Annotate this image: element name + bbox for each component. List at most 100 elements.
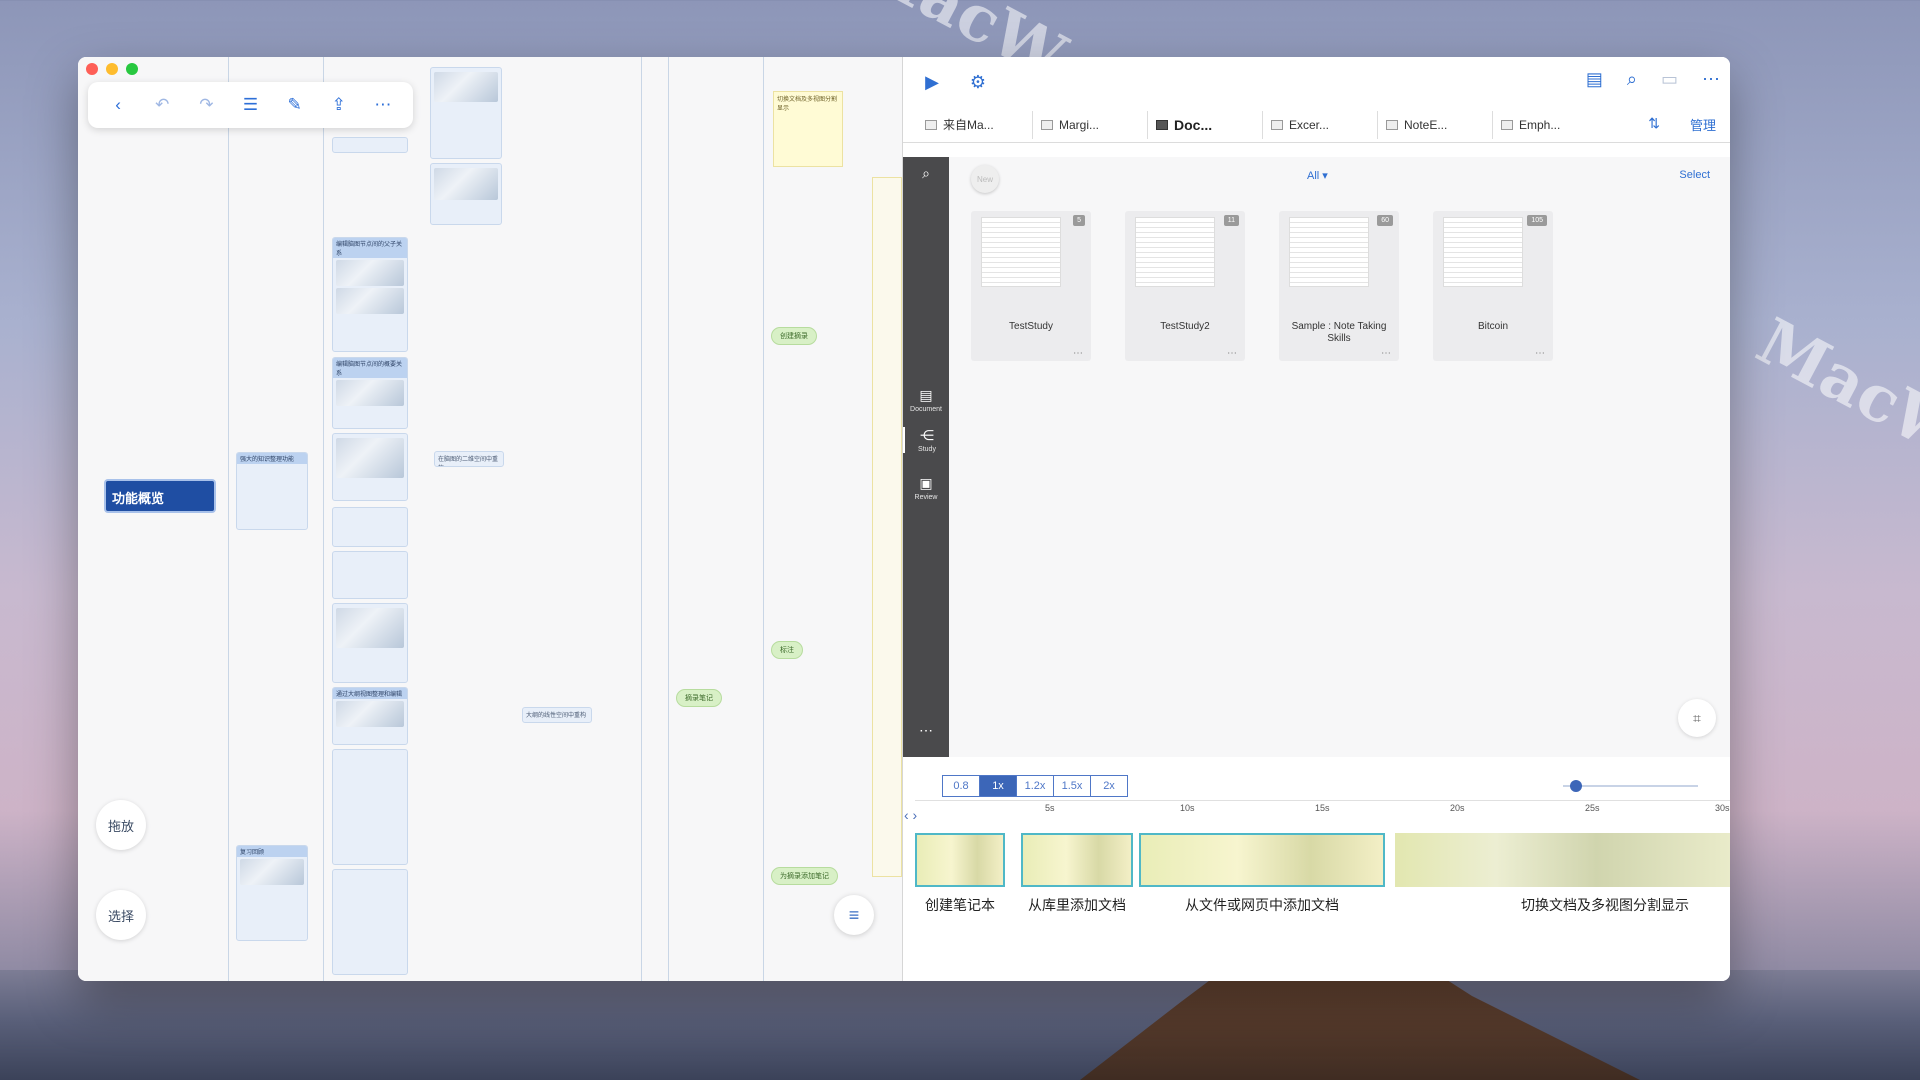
select-button[interactable]: Select <box>1679 169 1710 181</box>
doc-tab[interactable]: NoteE... <box>1377 110 1492 139</box>
timeline-clip[interactable] <box>1139 833 1385 887</box>
settings-icon[interactable]: ⚙ <box>967 71 989 93</box>
more-icon[interactable]: ⋯ <box>1381 348 1391 359</box>
outline-line <box>228 57 229 981</box>
select-button[interactable]: 选择 <box>96 890 146 940</box>
zoom-slider[interactable] <box>1563 780 1698 792</box>
timeline-clip[interactable] <box>1395 833 1730 887</box>
speed-option[interactable]: 1.2x <box>1016 775 1054 797</box>
speed-option[interactable]: 2x <box>1090 775 1128 797</box>
doc-tab[interactable]: 来自Ma... <box>917 111 1032 139</box>
speed-option[interactable]: 1.5x <box>1053 775 1091 797</box>
new-button[interactable]: New <box>971 165 999 193</box>
sidebar-item-study[interactable]: ⋲ Study <box>903 427 949 453</box>
outline-toggle-icon[interactable]: ≡ <box>834 895 874 935</box>
clip-label: 从文件或网页中添加文档 <box>1185 897 1339 913</box>
tick-label: 10s <box>1180 803 1195 813</box>
mindmap-node[interactable] <box>430 163 502 225</box>
doc-tab-active[interactable]: Doc... <box>1147 110 1262 139</box>
card-title: TestStudy <box>1009 321 1053 332</box>
notebook-card[interactable]: 11 TestStudy2 ⋯ <box>1125 211 1245 361</box>
more-icon[interactable]: ⋯ <box>1535 348 1545 359</box>
search-icon[interactable]: ⌕ <box>1627 69 1637 90</box>
doc-tab[interactable]: Emph... <box>1492 110 1607 139</box>
manage-button[interactable]: 管理 <box>1690 115 1716 134</box>
speed-selector: 0.8 1x 1.2x 1.5x 2x <box>942 775 1128 797</box>
mindmap-node[interactable] <box>332 749 408 865</box>
mindmap-node[interactable] <box>332 869 408 975</box>
doc-tab[interactable]: Excer... <box>1262 110 1377 139</box>
sidebar-item-document[interactable]: ▤ Document <box>903 387 949 413</box>
play-icon[interactable]: ▶ <box>921 71 943 93</box>
outline-node[interactable]: 摘录笔记 <box>676 689 722 707</box>
node-title: 复习回顾 <box>237 846 307 857</box>
mindmap-node[interactable]: 在脑图的二维空间中重构 <box>434 451 504 467</box>
clip-label: 切换文档及多视图分割显示 <box>1521 897 1689 913</box>
outline-line <box>668 57 669 981</box>
notebook-card[interactable]: 5 TestStudy ⋯ <box>971 211 1091 361</box>
root-node[interactable]: 功能概览 <box>106 481 214 511</box>
doc-tab[interactable]: Margi... <box>1032 110 1147 139</box>
tab-label: Margi... <box>1059 117 1100 132</box>
node-thumbnail <box>336 608 404 648</box>
share-icon[interactable]: ⇪ <box>326 92 352 118</box>
document-icon[interactable]: ▤ <box>1586 69 1603 90</box>
search-icon[interactable]: ⌕ <box>903 165 949 184</box>
mindmap-node[interactable]: 编辑脑图节点间的父子关系 <box>332 237 408 352</box>
zoom-icon[interactable] <box>126 63 138 75</box>
mindmap-node[interactable]: 通过大纲视图整理和编辑 <box>332 687 408 745</box>
speed-option-active[interactable]: 1x <box>979 775 1017 797</box>
notebook-card[interactable]: 60 Sample : Note Taking Skills ⋯ <box>1279 211 1399 361</box>
bookmark-icon[interactable]: ▭ <box>1661 69 1678 90</box>
back-icon[interactable]: ‹ <box>105 92 131 118</box>
doc-toolbar: ▶ ⚙ ▤ ⌕ ▭ ⋯ <box>903 57 1730 107</box>
mindmap-node[interactable] <box>332 551 408 599</box>
outline-node[interactable]: 为摘录添加笔记 <box>771 867 838 885</box>
tick-label: 20s <box>1450 803 1465 813</box>
mindmap-node[interactable]: 大纲的线性空间中重构 <box>522 707 592 723</box>
minimize-icon[interactable] <box>106 63 118 75</box>
timeline-clip[interactable] <box>1021 833 1133 887</box>
sidebar-item-review[interactable]: ▣ Review <box>903 475 949 501</box>
tab-doc-icon <box>925 119 937 130</box>
filter-dropdown[interactable]: All ▾ <box>1307 169 1328 182</box>
timeline-clip[interactable] <box>915 833 1005 887</box>
redo-icon[interactable]: ↷ <box>193 92 219 118</box>
mindmap-node[interactable] <box>332 137 408 153</box>
mindmap-node[interactable] <box>332 507 408 547</box>
outline-node[interactable]: 创建摘录 <box>771 327 817 345</box>
tab-label: Emph... <box>1519 117 1561 132</box>
more-icon[interactable]: ⋯ <box>370 92 396 118</box>
close-icon[interactable] <box>86 63 98 75</box>
more-icon[interactable]: ⋯ <box>1702 69 1720 90</box>
tab-doc-icon <box>1041 119 1053 130</box>
mindmap-node[interactable]: 复习回顾 <box>236 845 308 941</box>
sort-icon[interactable]: ⇅ <box>1648 115 1660 132</box>
speed-option[interactable]: 0.8 <box>942 775 980 797</box>
doc-tabbar: 来自Ma... Margi... Doc... Excer... NoteE..… <box>903 107 1730 143</box>
screenshot-icon[interactable]: ⌗ <box>1678 699 1716 737</box>
mindmap-node[interactable] <box>430 67 502 159</box>
mindmap-node[interactable]: 强大的知识整理功能 <box>236 452 308 530</box>
list-icon[interactable]: ☰ <box>237 92 263 118</box>
drag-button[interactable]: 拖放 <box>96 800 146 850</box>
mindmap-node[interactable] <box>332 433 408 501</box>
outline-node[interactable]: 标注 <box>771 641 803 659</box>
card-count: 5 <box>1073 215 1085 226</box>
note-card[interactable]: 切换文档及多视图分割显示 <box>773 91 843 167</box>
slider-knob[interactable] <box>1569 780 1582 792</box>
undo-icon[interactable]: ↶ <box>149 92 175 118</box>
mindmap-node[interactable] <box>332 603 408 683</box>
more-icon[interactable]: ⋯ <box>903 722 949 741</box>
note-column <box>872 177 902 877</box>
mindmap-node[interactable]: 编辑脑图节点间的概要关系 <box>332 357 408 429</box>
more-icon[interactable]: ⋯ <box>1073 348 1083 359</box>
mindmap-canvas[interactable]: 强大的知识整理功能 复习回顾 编辑脑图节点间的父子关系 编辑脑图节点间的概要关系… <box>78 57 902 981</box>
doc-sidebar: ⌕ ▤ Document ⋲ Study ▣ Review ⋯ <box>903 157 949 757</box>
timeline-ruler: 5s 10s 15s 20s 25s 30s <box>915 800 1730 816</box>
tab-label: 来自Ma... <box>943 118 994 132</box>
notebook-card[interactable]: 105 Bitcoin ⋯ <box>1433 211 1553 361</box>
edit-icon[interactable]: ✎ <box>282 92 308 118</box>
more-icon[interactable]: ⋯ <box>1227 348 1237 359</box>
node-title: 编辑脑图节点间的概要关系 <box>333 358 407 378</box>
